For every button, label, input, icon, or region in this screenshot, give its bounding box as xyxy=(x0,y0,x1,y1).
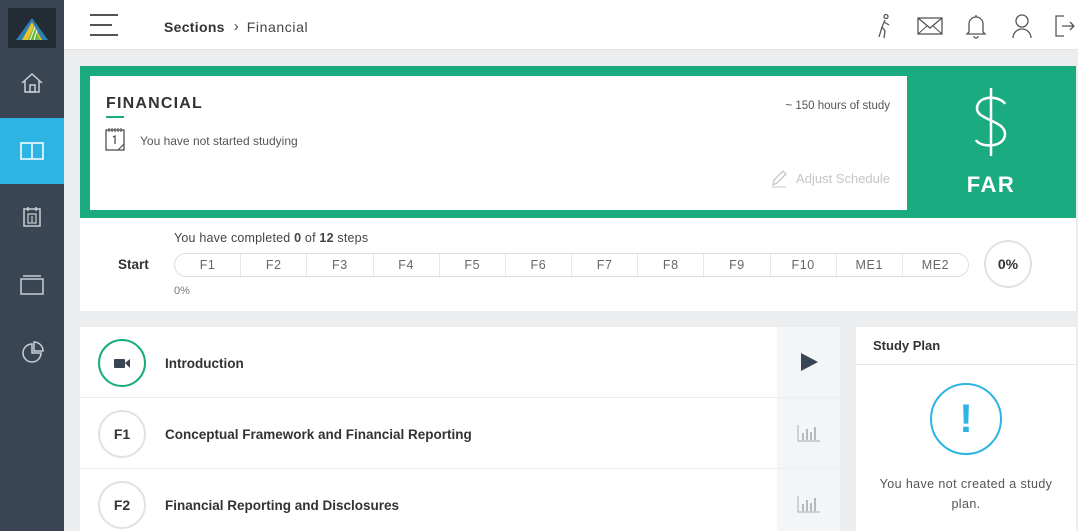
user-icon[interactable] xyxy=(1008,12,1036,40)
breadcrumb-separator: › xyxy=(233,18,239,35)
step-f10[interactable]: F10 xyxy=(769,254,836,276)
step-f8[interactable]: F8 xyxy=(637,254,703,276)
sidebar-item-sections[interactable] xyxy=(0,118,64,184)
step-me1[interactable]: ME1 xyxy=(835,254,902,276)
top-bar: Sections › Financial xyxy=(64,0,1078,50)
step-f1[interactable]: F1 xyxy=(175,254,240,276)
adjust-schedule-label: Adjust Schedule xyxy=(796,170,890,186)
section-title: FINANCIAL xyxy=(106,95,204,112)
bar-chart-icon xyxy=(796,496,820,513)
breadcrumb-root[interactable]: Sections xyxy=(164,19,225,35)
study-status: You have not started studying xyxy=(140,134,298,148)
play-icon xyxy=(800,353,818,371)
bell-icon[interactable] xyxy=(962,12,990,40)
sidebar-item-calendar[interactable] xyxy=(0,184,64,250)
cards-icon xyxy=(20,275,44,295)
home-icon xyxy=(21,72,43,93)
lesson-badge: F1 xyxy=(98,410,146,458)
section-info-panel: FINANCIAL You have not started studying … xyxy=(90,76,907,210)
walking-person-icon[interactable] xyxy=(870,12,898,40)
section-code: FAR xyxy=(966,172,1016,197)
sidebar-item-reports[interactable] xyxy=(0,320,64,386)
progress-percent-circle: 0% xyxy=(984,240,1032,288)
mail-icon[interactable] xyxy=(916,12,944,40)
study-plan-title: Study Plan xyxy=(873,338,941,353)
study-plan-message: You have not created a study plan. xyxy=(879,477,1053,511)
breadcrumb: Sections › Financial xyxy=(164,18,308,35)
step-me2[interactable]: ME2 xyxy=(901,254,968,276)
lesson-title: Financial Reporting and Disclosures xyxy=(165,498,400,513)
logo[interactable] xyxy=(8,8,56,48)
dollar-icon xyxy=(974,88,1007,156)
lesson-stats-button[interactable] xyxy=(777,398,840,468)
start-label: Start xyxy=(118,257,149,272)
sidebar xyxy=(0,0,64,531)
menu-toggle-icon[interactable] xyxy=(90,14,118,36)
study-hours: ~ 150 hours of study xyxy=(785,100,890,112)
calendar-status-icon xyxy=(105,128,125,151)
logout-icon[interactable] xyxy=(1050,12,1078,40)
step-f3[interactable]: F3 xyxy=(306,254,372,276)
lesson-stats-button[interactable] xyxy=(777,469,840,531)
steps-total: 12 xyxy=(319,231,334,245)
sidebar-item-home[interactable] xyxy=(0,50,64,116)
step-f4[interactable]: F4 xyxy=(372,254,439,276)
video-camera-icon xyxy=(114,359,130,368)
title-underline xyxy=(106,116,124,118)
step-f6[interactable]: F6 xyxy=(504,254,571,276)
steps-progress-bar: F1 F2 F3 F4 F5 F6 F7 F8 F9 F10 ME1 ME2 xyxy=(174,253,969,277)
calendar-icon xyxy=(23,207,41,227)
breadcrumb-current: Financial xyxy=(246,18,309,35)
progress-percent-small: 0% xyxy=(174,285,190,297)
lesson-row-f1[interactable]: F1 Conceptual Framework and Financial Re… xyxy=(80,398,840,469)
alert-icon: ! xyxy=(930,383,1002,455)
step-f5[interactable]: F5 xyxy=(438,254,505,276)
adjust-schedule-link[interactable]: Adjust Schedule xyxy=(770,168,890,188)
sidebar-item-flashcards[interactable] xyxy=(0,252,64,318)
lesson-row-introduction[interactable]: Introduction xyxy=(80,327,840,398)
lesson-row-f2[interactable]: F2 Financial Reporting and Disclosures xyxy=(80,469,840,531)
lessons-list: Introduction F1 Conceptual Framework and… xyxy=(80,327,840,531)
lesson-title: Conceptual Framework and Financial Repor… xyxy=(165,427,472,442)
study-plan-header: Study Plan xyxy=(856,327,1076,365)
bar-chart-icon xyxy=(796,425,820,442)
study-plan-panel: Study Plan ! You have not created a stud… xyxy=(856,327,1076,531)
book-icon xyxy=(20,142,44,160)
lesson-badge xyxy=(98,339,146,387)
step-f7[interactable]: F7 xyxy=(571,254,637,276)
steps-summary: You have completed 0 of 12 steps xyxy=(174,231,369,245)
logo-mountain-icon xyxy=(16,18,48,41)
lesson-title: Introduction xyxy=(165,356,244,371)
pie-chart-icon xyxy=(22,341,44,363)
play-button[interactable] xyxy=(777,327,840,397)
step-f9[interactable]: F9 xyxy=(703,254,769,276)
section-card: FINANCIAL You have not started studying … xyxy=(80,66,1076,311)
section-header-band: FINANCIAL You have not started studying … xyxy=(80,66,1076,218)
pencil-icon xyxy=(772,170,787,188)
lesson-badge: F2 xyxy=(98,481,146,529)
step-f2[interactable]: F2 xyxy=(240,254,306,276)
